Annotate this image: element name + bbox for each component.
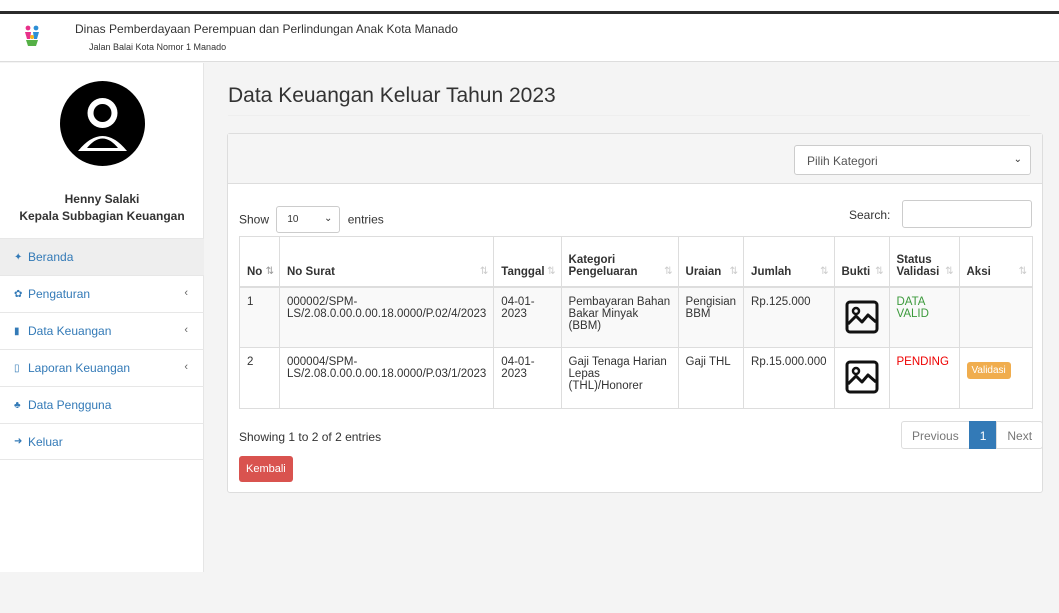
sort-icon: ⇅ — [820, 265, 829, 277]
sort-icon: ⇅ — [265, 265, 274, 277]
search-input[interactable] — [902, 200, 1032, 228]
org-name: Dinas Pemberdayaan Perempuan dan Perlind… — [75, 22, 458, 36]
cell-jumlah: Rp.15.000.000 — [743, 347, 835, 409]
column-header-status[interactable]: Status Validasi ⇅ — [888, 236, 960, 288]
chevron-left-icon: ‹ — [184, 361, 188, 373]
dp3a-logo-icon — [25, 25, 39, 46]
report-icon: ▯ — [14, 362, 20, 374]
file-icon: ▮ — [14, 325, 20, 337]
user-name: Henny Salaki — [64, 192, 140, 206]
page-1-button[interactable]: 1 — [968, 421, 998, 449]
cell-no: 1 — [239, 286, 280, 348]
cell-bukti — [833, 286, 890, 348]
sidebar-item-laporan-keuangan[interactable]: ▯ Laporan Keuangan ‹ — [0, 349, 204, 386]
cell-no-surat: 000002/SPM-LS/2.08.0.00.0.00.18.0000/P.0… — [278, 286, 495, 348]
data-panel: Pilih Kategori ⌄ Show 10 ⌄ entries Searc… — [227, 133, 1044, 493]
expenditure-table: No ⇅ No Surat ⇅ Tanggal ⇅ Kategori Pengelua… — [239, 236, 1033, 409]
length-menu: Show 10 ⌄ entries — [239, 206, 384, 233]
org-address: Jalan Balai Kota Nomor 1 Manado — [89, 42, 227, 52]
cell-aksi — [958, 286, 1033, 348]
user-avatar-icon — [60, 81, 145, 166]
entries-select-value: 10 — [287, 214, 299, 225]
sidebar-item-beranda[interactable]: ✦ Beranda — [0, 238, 204, 275]
sort-icon: ⇅ — [664, 265, 673, 277]
category-select-value: Pilih Kategori — [807, 154, 878, 168]
title-divider — [228, 115, 1030, 116]
column-header-no[interactable]: No ⇅ — [239, 236, 280, 288]
next-button[interactable]: Next — [996, 421, 1044, 449]
sidebar-item-keluar[interactable]: ➜ Keluar — [0, 423, 204, 460]
sort-icon: ⇅ — [945, 265, 954, 277]
length-prefix: Show — [239, 212, 270, 227]
user-role: Kepala Subbagian Keuangan — [19, 209, 185, 223]
entries-select[interactable]: 10 ⌄ — [276, 206, 341, 233]
cell-jumlah: Rp.125.000 — [743, 286, 835, 348]
chevron-left-icon: ‹ — [184, 287, 188, 299]
cell-no-surat: 000004/SPM-LS/2.08.0.00.0.00.18.0000/P.0… — [278, 347, 495, 409]
table-header-row: No ⇅ No Surat ⇅ Tanggal ⇅ Kategori Pengelua… — [239, 236, 1033, 288]
cell-uraian: Pengisian BBM — [677, 286, 745, 348]
category-select[interactable]: Pilih Kategori ⌄ — [794, 145, 1031, 175]
cell-kategori: Pembayaran Bahan Bakar Minyak (BBM) — [560, 286, 679, 348]
sort-icon: ⇅ — [547, 265, 556, 277]
sign-out-icon: ➜ — [14, 436, 23, 447]
length-suffix: entries — [347, 212, 384, 227]
sidebar-item-label: Beranda — [28, 250, 74, 264]
table-row: 2 000004/SPM-LS/2.08.0.00.0.00.18.0000/P… — [239, 347, 1033, 409]
status-badge: DATA VALID — [896, 295, 929, 320]
chevron-down-icon: ⌄ — [1013, 154, 1022, 165]
cell-aksi: Validasi — [958, 347, 1033, 409]
add-user-icon: ♣ — [14, 399, 21, 411]
sidebar-item-label: Data Pengguna — [28, 398, 112, 412]
column-header-bukti[interactable]: Bukti ⇅ — [833, 236, 890, 288]
status-badge: PENDING — [896, 356, 949, 368]
gear-icon: ✿ — [14, 288, 23, 300]
sidebar-menu: ✦ Beranda ✿ Pengaturan ‹ ▮ Data Keuangan… — [0, 238, 204, 460]
sidebar-item-data-keuangan[interactable]: ▮ Data Keuangan ‹ — [0, 312, 204, 349]
column-header-tanggal[interactable]: Tanggal ⇅ — [493, 236, 562, 288]
chevron-left-icon: ‹ — [184, 324, 188, 336]
page-title: Data Keuangan Keluar Tahun 2023 — [228, 84, 556, 107]
sort-icon: ⇅ — [479, 265, 489, 277]
panel-heading: Pilih Kategori ⌄ — [228, 134, 1042, 184]
sort-icon: ⇅ — [729, 265, 739, 277]
sidebar-item-label: Pengaturan — [28, 287, 91, 301]
column-header-jumlah[interactable]: Jumlah ⇅ — [743, 236, 835, 288]
home-icon: ✦ — [14, 251, 23, 263]
back-button[interactable]: Kembali — [239, 456, 293, 482]
cell-bukti — [833, 347, 890, 409]
validasi-button[interactable]: Validasi — [966, 362, 1011, 379]
chevron-down-icon: ⌄ — [323, 213, 333, 224]
column-header-no-surat[interactable]: No Surat ⇅ — [278, 236, 495, 288]
window-top-strip — [0, 0, 1059, 14]
footer — [0, 572, 1059, 613]
cell-status: DATA VALID — [888, 286, 960, 348]
sidebar-item-label: Keluar — [28, 434, 63, 449]
sidebar-item-label: Data Keuangan — [28, 324, 112, 338]
cell-no: 2 — [239, 347, 280, 409]
image-icon[interactable] — [845, 360, 879, 394]
cell-uraian: Gaji THL — [677, 347, 745, 409]
cell-tanggal: 04-01-2023 — [493, 347, 562, 409]
cell-kategori: Gaji Tenaga Harian Lepas (THL)/Honorer — [560, 347, 679, 409]
sidebar-item-label: Laporan Keuangan — [28, 361, 131, 375]
image-icon[interactable] — [845, 300, 879, 334]
cell-tanggal: 04-01-2023 — [493, 286, 562, 348]
sort-icon: ⇅ — [875, 265, 884, 277]
previous-button[interactable]: Previous — [901, 421, 970, 449]
sort-icon: ⇅ — [1018, 265, 1027, 277]
search-label: Search: — [849, 208, 891, 222]
pagination: Previous 1 Next — [901, 421, 1044, 449]
column-header-kategori[interactable]: Kategori Pengeluaran ⇅ — [560, 236, 679, 288]
table-info: Showing 1 to 2 of 2 entries — [239, 430, 382, 444]
table-row: 1 000002/SPM-LS/2.08.0.00.0.00.18.0000/P… — [239, 286, 1033, 348]
sidebar: Henny Salaki Kepala Subbagian Keuangan ✦… — [0, 63, 204, 572]
app-header: Dinas Pemberdayaan Perempuan dan Perlind… — [0, 14, 1059, 62]
cell-status: PENDING — [888, 347, 960, 409]
column-header-aksi[interactable]: Aksi ⇅ — [958, 236, 1033, 288]
sidebar-item-data-pengguna[interactable]: ♣ Data Pengguna — [0, 386, 204, 423]
sidebar-item-pengaturan[interactable]: ✿ Pengaturan ‹ — [0, 275, 204, 312]
column-header-uraian[interactable]: Uraian ⇅ — [677, 236, 745, 288]
